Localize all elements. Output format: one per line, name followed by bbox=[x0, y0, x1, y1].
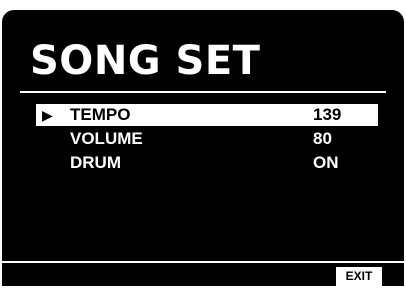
footer-divider bbox=[2, 261, 404, 263]
settings-menu: ▶ TEMPO 139 VOLUME 80 DRUM ON bbox=[36, 104, 378, 176]
menu-item-label: TEMPO bbox=[70, 105, 131, 124]
menu-item-label: DRUM bbox=[70, 153, 121, 172]
screen-title: SONG SET bbox=[30, 38, 261, 84]
menu-item-tempo[interactable]: ▶ TEMPO 139 bbox=[36, 104, 378, 126]
menu-item-label: VOLUME bbox=[70, 129, 143, 148]
title-divider bbox=[20, 91, 386, 93]
menu-item-volume[interactable]: VOLUME 80 bbox=[36, 128, 378, 150]
menu-item-drum[interactable]: DRUM ON bbox=[36, 152, 378, 174]
menu-item-value: 139 bbox=[313, 105, 342, 124]
selection-cursor-icon: ▶ bbox=[42, 107, 53, 123]
device-screen: SONG SET ▶ TEMPO 139 VOLUME 80 DRUM ON E… bbox=[2, 10, 404, 286]
menu-item-value: 80 bbox=[313, 129, 332, 148]
menu-item-value: ON bbox=[313, 153, 339, 172]
exit-button[interactable]: EXIT bbox=[336, 267, 382, 286]
